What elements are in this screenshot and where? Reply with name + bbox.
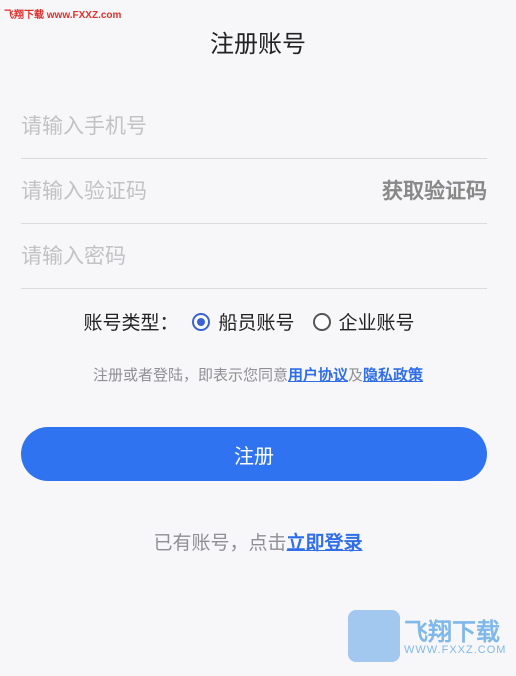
account-type-label: 账号类型： bbox=[83, 312, 179, 334]
get-code-button[interactable]: 获取验证码 bbox=[382, 175, 487, 205]
register-button-label: 注册 bbox=[234, 443, 274, 468]
account-type-group: 账号类型： 船员账号 企业账号 bbox=[0, 308, 516, 335]
agreement-text: 注册或者登陆，即表示您同意用户协议及隐私政策 bbox=[0, 364, 516, 385]
watermark-corner-domain: WWW.FXXZ.COM bbox=[404, 644, 507, 656]
agreement-prefix: 注册或者登陆，即表示您同意 bbox=[92, 366, 288, 384]
watermark-corner-cn: 飞翔下载 bbox=[404, 618, 500, 646]
radio-company-label: 企业账号 bbox=[338, 312, 415, 334]
radio-crew-account[interactable]: 船员账号 bbox=[192, 308, 295, 335]
privacy-policy-link[interactable]: 隐私政策 bbox=[363, 366, 423, 384]
password-input-placeholder[interactable]: 请输入密码 bbox=[21, 240, 126, 270]
radio-company-account[interactable]: 企业账号 bbox=[312, 308, 415, 335]
agreement-and: 及 bbox=[348, 366, 364, 384]
password-field[interactable]: 请输入密码 bbox=[21, 222, 487, 289]
login-prompt: 已有账号，点击立即登录 bbox=[0, 528, 516, 555]
page-title: 注册账号 bbox=[210, 30, 306, 58]
phone-input-placeholder[interactable]: 请输入手机号 bbox=[21, 110, 147, 140]
watermark-corner: 飞翔下载 WWW.FXXZ.COM bbox=[348, 610, 508, 666]
phone-field[interactable]: 请输入手机号 bbox=[21, 92, 487, 159]
login-now-link[interactable]: 立即登录 bbox=[287, 532, 363, 554]
radio-crew-label: 船员账号 bbox=[218, 312, 295, 334]
watermark-top: 飞翔下载 www.FXXZ.com bbox=[4, 10, 122, 21]
register-button[interactable]: 注册 bbox=[21, 427, 487, 481]
login-prompt-prefix: 已有账号，点击 bbox=[153, 532, 287, 554]
radio-checked-icon bbox=[192, 312, 211, 331]
watermark-logo-icon bbox=[348, 610, 400, 662]
user-agreement-link[interactable]: 用户协议 bbox=[288, 366, 348, 384]
verification-code-input-placeholder[interactable]: 请输入验证码 bbox=[21, 175, 147, 205]
verification-code-field[interactable]: 请输入验证码 获取验证码 bbox=[21, 157, 487, 224]
radio-unchecked-icon bbox=[312, 312, 331, 331]
